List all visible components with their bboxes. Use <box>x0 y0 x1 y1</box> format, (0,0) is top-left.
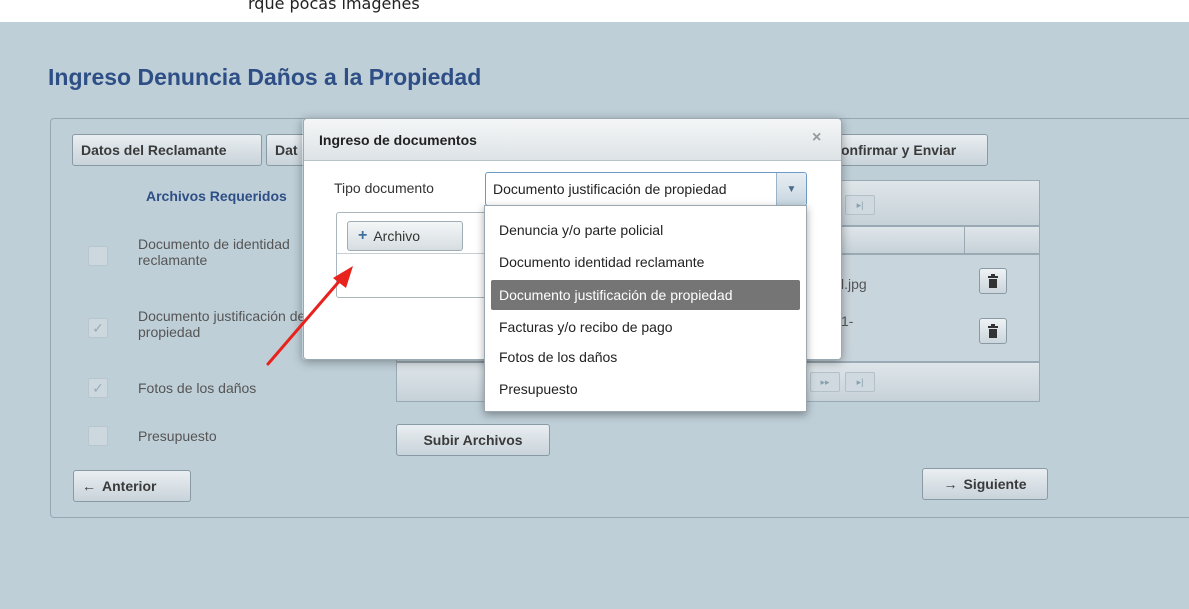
annotation-arrow <box>266 266 353 366</box>
